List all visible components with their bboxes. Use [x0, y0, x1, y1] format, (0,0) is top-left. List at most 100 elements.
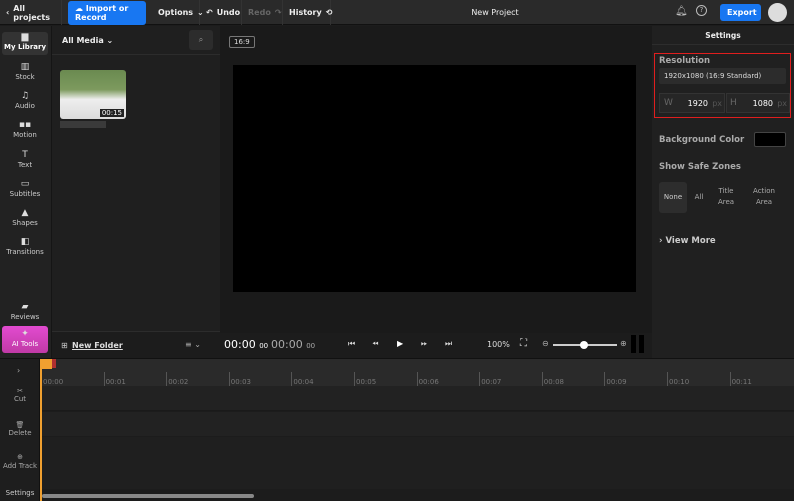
bell-icon[interactable]: 🔔︎ [675, 6, 688, 17]
scissors-icon: ✂ [17, 387, 23, 395]
playback-controls: 00:00 00 00:00 00 ⏮︎ ⏪︎ ▶ ⏩︎ ⏭︎ 100% ⛶ ⊖… [220, 333, 652, 358]
safe-zone-none[interactable]: None [659, 182, 687, 213]
safe-zone-action-area[interactable]: Action Area [748, 186, 780, 208]
help-icon[interactable]: ? [696, 5, 707, 16]
unit-label: px [777, 99, 787, 108]
search-icon: ⌕ [198, 35, 204, 44]
timeline-settings-button[interactable]: Settings [0, 489, 40, 497]
media-filter-dropdown[interactable]: All Media ⌄ [62, 36, 113, 45]
sidebar-item-transitions[interactable]: ◧ Transitions [2, 237, 48, 256]
chevron-down-icon: ⌄ [106, 36, 114, 45]
skip-end-icon[interactable]: ⏭︎ [445, 339, 452, 349]
new-folder-icon: ⊞ [61, 341, 68, 350]
end-marker[interactable] [52, 359, 56, 368]
sparkle-icon: ✦ [21, 329, 29, 339]
ruler-tick-label: 00:05 [354, 372, 376, 386]
time-ruler[interactable]: 00:00 00:01 00:02 00:03 00:04 00:05 00:06 00:07… [40, 359, 794, 386]
width-value: 1920 [687, 99, 708, 108]
stock-icon: ▥ [20, 62, 30, 72]
sidebar-item-my-library[interactable]: ▆ My Library [2, 32, 48, 55]
motion-icon: ▪▪ [18, 120, 32, 130]
total-time: 00:00 00 [271, 338, 316, 351]
width-field[interactable]: W 1920 px [659, 93, 725, 113]
ruler-tick-label: 00:07 [479, 372, 501, 386]
transitions-icon: ◧ [20, 237, 30, 247]
export-button[interactable]: Export [720, 4, 761, 21]
clip-name-blurred [60, 121, 106, 128]
ruler-tick-label: 00:06 [416, 372, 439, 386]
play-icon[interactable]: ▶ [397, 339, 403, 348]
safe-zones-label: Show Safe Zones [659, 162, 741, 172]
ruler-tick-label: 00:01 [103, 372, 126, 386]
zoom-out-icon[interactable]: ⊖ [542, 339, 549, 348]
resolution-select[interactable]: 1920x1080 (16:9 Standard) [659, 68, 786, 84]
sidebar-item-ai-tools[interactable]: ✦ AI Tools [2, 326, 48, 353]
shapes-icon: ▲ [21, 208, 29, 218]
sidebar-item-motion[interactable]: ▪▪ Motion [2, 120, 48, 139]
track-row[interactable] [40, 437, 794, 489]
clip-duration: 00:15 [99, 109, 124, 117]
trash-icon: 🗑︎ [15, 421, 25, 429]
rewind-icon[interactable]: ⏪︎ [372, 339, 378, 349]
top-bar: ‹ All projects ☁ Import or Record Options… [0, 0, 794, 25]
avatar[interactable] [768, 3, 787, 22]
delete-button[interactable]: 🗑︎ Delete [0, 421, 40, 437]
add-track-icon: ⊕ [17, 453, 23, 461]
aspect-ratio-button[interactable]: 16:9 [229, 36, 255, 48]
sidebar-item-reviews[interactable]: ▰ Reviews [2, 302, 48, 321]
background-color-swatch[interactable] [754, 132, 786, 147]
library-footer: ⊞ New Folder ≡ ⌄ [52, 331, 220, 358]
zoom-in-icon[interactable]: ⊕ [620, 339, 627, 348]
ruler-tick-label: 00:03 [228, 372, 251, 386]
media-clip-thumbnail[interactable]: 00:15 [60, 70, 126, 119]
current-time: 00:00 00 [224, 338, 269, 351]
zoom-slider-handle[interactable] [580, 341, 589, 349]
track-row[interactable] [40, 412, 794, 436]
height-field[interactable]: H 1080 px [726, 93, 790, 113]
sidebar-nav: ▆ My Library ▥ Stock ♫ Audio ▪▪ Motion T Text… [0, 26, 52, 358]
sidebar-item-subtitles[interactable]: ▭ Subtitles [2, 179, 48, 198]
folder-icon: ▆ [21, 32, 29, 42]
width-label: W [664, 98, 673, 108]
playhead[interactable] [40, 359, 42, 501]
preview-area: 16:9 [220, 26, 652, 333]
horizontal-scrollbar[interactable] [42, 494, 254, 498]
sidebar-item-stock[interactable]: ▥ Stock [2, 62, 48, 81]
text-icon: T [22, 150, 28, 160]
safe-zone-title-area[interactable]: Title Area [712, 186, 740, 208]
ruler-tick-label: 00:09 [604, 372, 627, 386]
sidebar-item-text[interactable]: T Text [2, 150, 48, 169]
divider [52, 54, 220, 55]
unit-label: px [712, 99, 722, 108]
new-folder-link[interactable]: New Folder [72, 341, 123, 350]
view-more-toggle[interactable]: › View More [659, 236, 716, 246]
sidebar-item-shapes[interactable]: ▲ Shapes [2, 208, 48, 227]
chevron-right-icon: › [659, 236, 663, 246]
fullscreen-icon[interactable]: ⛶ [520, 338, 527, 349]
skip-start-icon[interactable]: ⏮︎ [348, 339, 355, 349]
height-label: H [730, 98, 737, 108]
video-canvas[interactable] [233, 65, 636, 292]
settings-title: Settings [705, 31, 741, 40]
panel-handle[interactable] [631, 335, 636, 353]
track-row[interactable] [40, 386, 794, 411]
height-value: 1080 [752, 99, 773, 108]
sort-icon[interactable]: ≡ ⌄ [185, 340, 201, 349]
sidebar-item-audio[interactable]: ♫ Audio [2, 91, 48, 110]
cut-button[interactable]: ✂ Cut [0, 387, 40, 403]
expand-icon[interactable]: › [17, 366, 20, 375]
fast-forward-icon[interactable]: ⏩︎ [421, 339, 427, 349]
zoom-slider[interactable] [553, 341, 617, 349]
search-button[interactable]: ⌕ [189, 30, 213, 50]
panel-handle[interactable] [639, 335, 644, 353]
reviews-icon: ▰ [21, 302, 29, 312]
playhead-handle[interactable] [40, 359, 52, 369]
ruler-tick-label: 00:02 [166, 372, 188, 386]
ruler-tick-label: 00:08 [541, 372, 564, 386]
settings-panel: Settings Resolution 1920x1080 (16:9 Stan… [652, 26, 794, 358]
safe-zone-all[interactable]: All [690, 193, 708, 201]
add-track-button[interactable]: ⊕ Add Track [0, 453, 40, 471]
subtitles-icon: ▭ [20, 179, 30, 189]
music-icon: ♫ [20, 91, 30, 101]
library-panel: All Media ⌄ ⌕ 00:15 ⊞ New Folder ≡ ⌄ [52, 26, 220, 358]
